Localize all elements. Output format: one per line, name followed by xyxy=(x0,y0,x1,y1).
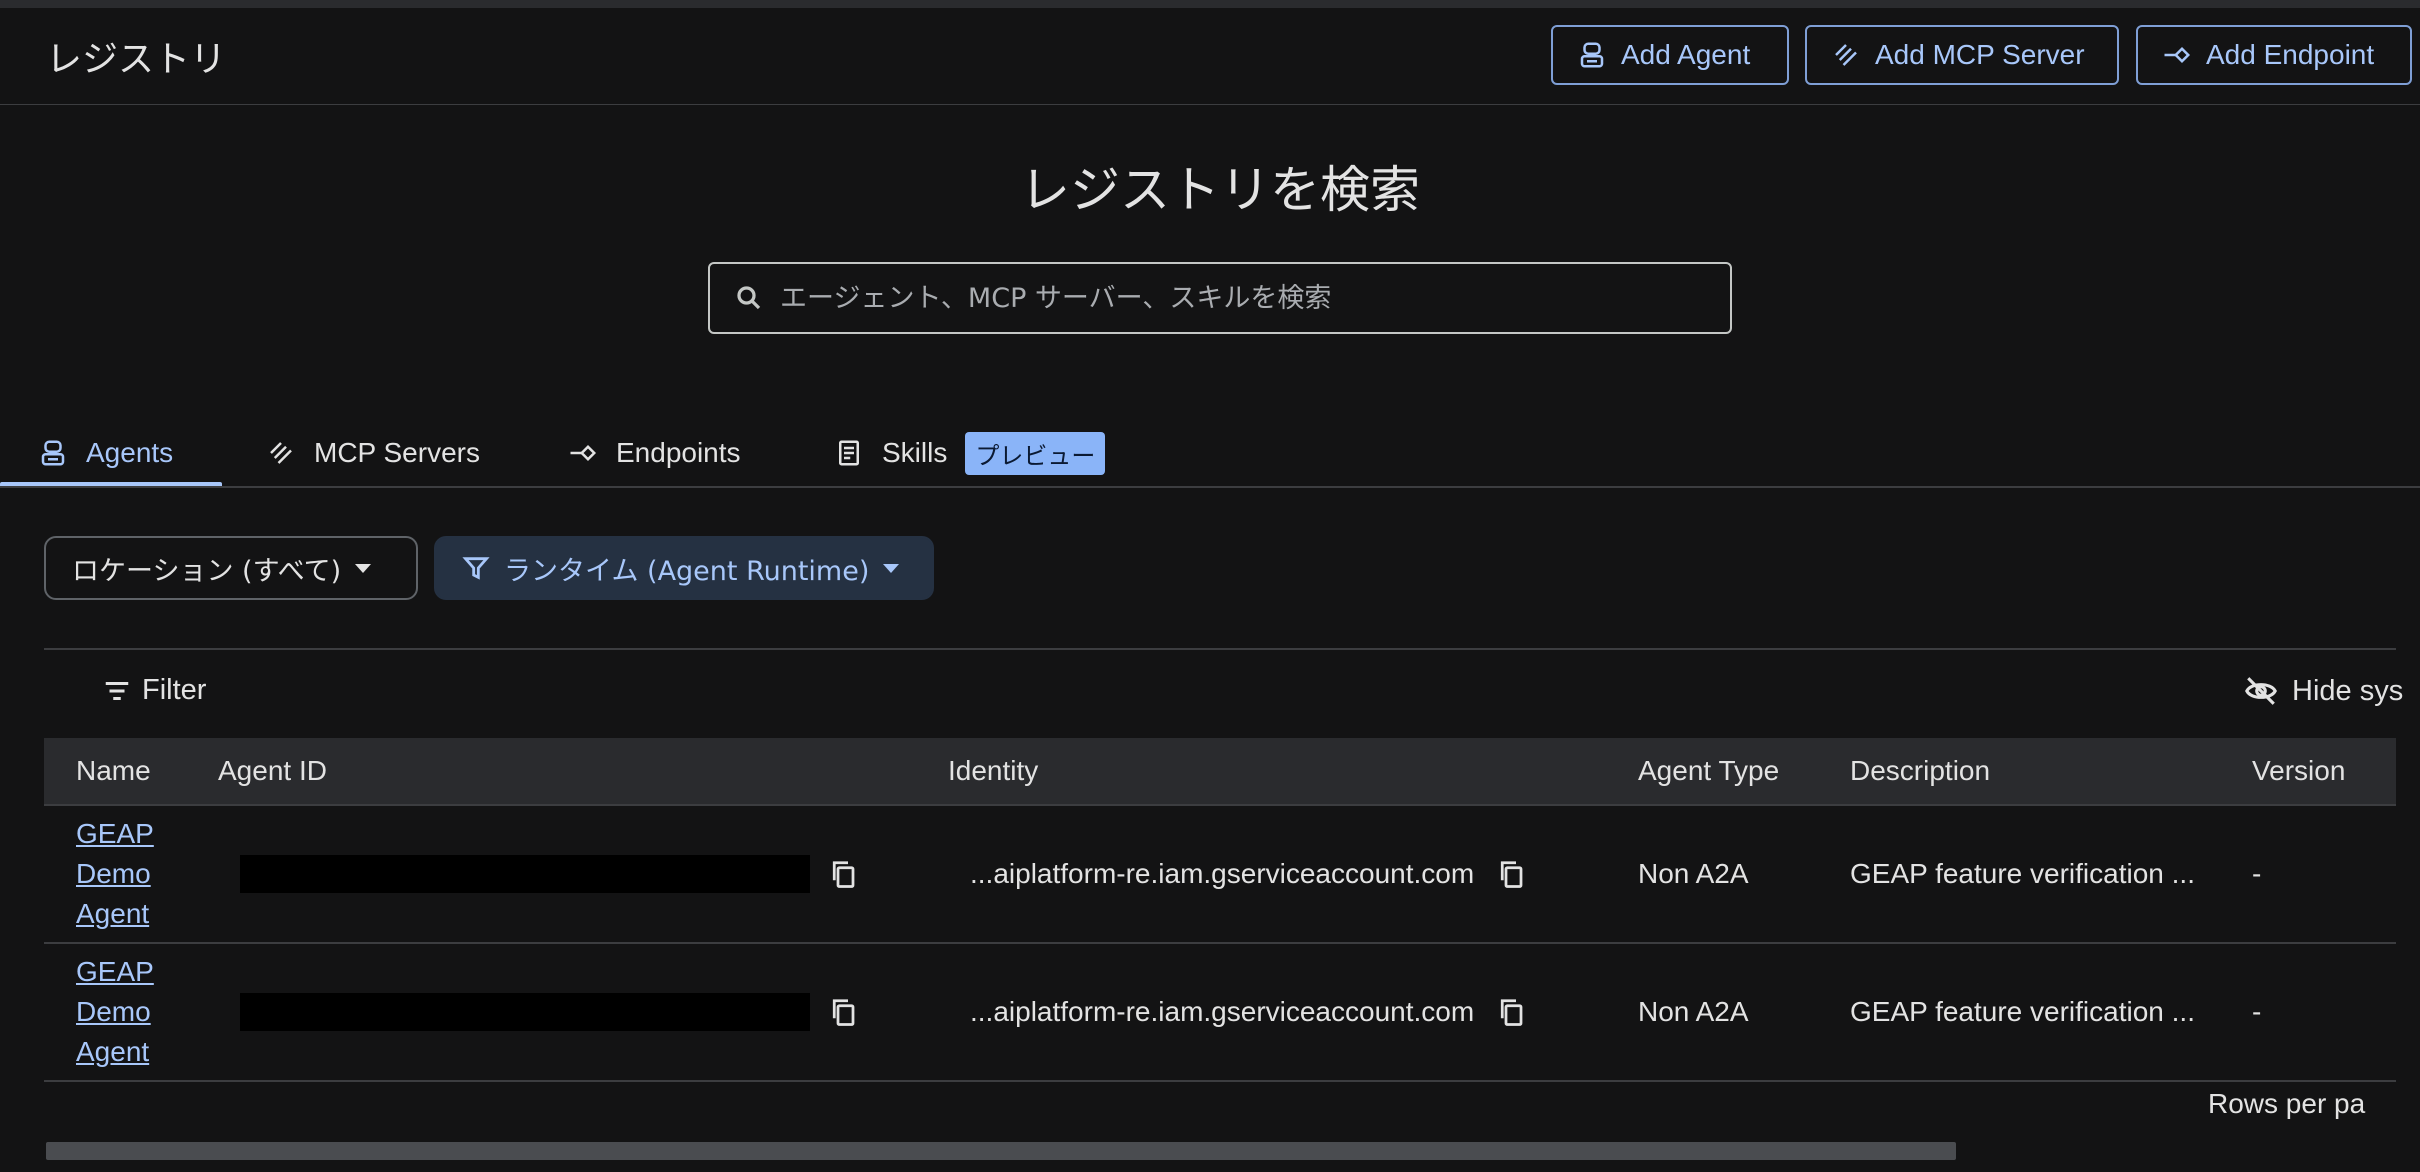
column-header-agent-id[interactable]: Agent ID xyxy=(218,738,327,804)
skills-icon xyxy=(839,440,859,466)
column-header-identity[interactable]: Identity xyxy=(948,738,1038,804)
agent-type-value: Non A2A xyxy=(1638,858,1749,889)
table-header-row: Name Agent ID Identity Agent Type Descri… xyxy=(44,738,2396,806)
visibility-off-icon xyxy=(2245,677,2277,705)
tab-agents[interactable]: Agents xyxy=(38,420,173,486)
column-header-agent-type[interactable]: Agent Type xyxy=(1638,738,1779,804)
add-mcp-server-label: Add MCP Server xyxy=(1875,39,2085,70)
runtime-filter-dropdown[interactable]: ランタイム (Agent Runtime) xyxy=(434,536,934,600)
mcp-server-icon xyxy=(1835,44,1857,66)
agent-type-value: Non A2A xyxy=(1638,996,1749,1027)
hide-system-label: Hide sys xyxy=(2292,674,2404,707)
description-value: GEAP feature verification ... xyxy=(1850,996,2195,1027)
copy-icon[interactable] xyxy=(828,997,858,1027)
redacted-agent-id xyxy=(240,993,810,1031)
add-agent-label: Add Agent xyxy=(1621,39,1751,70)
table-row: GEAP Demo Agent ...aiplatform-re.iam.gse… xyxy=(44,806,2396,944)
search-icon xyxy=(737,286,761,310)
tab-bar: Agents MCP Servers Endpoints Skills プレビュ… xyxy=(0,420,2420,488)
page-title: レジストリ xyxy=(46,39,227,80)
hide-system-button[interactable]: Hide sys xyxy=(2244,674,2403,708)
description-value: GEAP feature verification ... xyxy=(1850,858,2195,889)
redacted-agent-id xyxy=(240,855,810,893)
agent-name-link[interactable]: GEAP Demo Agent xyxy=(76,814,166,934)
chevron-down-icon xyxy=(883,563,900,573)
version-value: - xyxy=(2252,996,2262,1027)
chevron-down-icon xyxy=(355,563,372,573)
active-tab-indicator xyxy=(0,482,222,486)
table-row: GEAP Demo Agent ...aiplatform-re.iam.gse… xyxy=(44,944,2396,1082)
endpoint-icon xyxy=(2164,46,2191,64)
identity-value: ...aiplatform-re.iam.gserviceaccount.com xyxy=(970,996,1475,1027)
tab-skills-label: Skills xyxy=(882,437,948,468)
mcp-server-icon xyxy=(270,442,292,464)
rows-per-page-label: Rows per pa xyxy=(2208,1088,2366,1119)
window-top-strip xyxy=(0,0,2420,8)
agent-name-link[interactable]: GEAP Demo Agent xyxy=(76,952,166,1072)
search-heading: レジストリを検索 xyxy=(1020,161,1420,219)
search-input[interactable] xyxy=(778,281,1682,315)
search-box[interactable] xyxy=(708,262,1732,334)
agents-table: Filter Hide sys Name Agent ID Identity A… xyxy=(44,648,2403,1172)
filter-label: Filter xyxy=(142,674,207,706)
tab-mcp-servers-label: MCP Servers xyxy=(314,437,480,468)
tab-endpoints-label: Endpoints xyxy=(616,437,741,468)
agent-icon xyxy=(41,440,65,466)
tab-agents-label: Agents xyxy=(86,437,174,468)
location-filter-label: ロケーション (すべて) xyxy=(72,555,342,587)
table-toolbar: Filter Hide sys xyxy=(44,650,2403,738)
column-header-version[interactable]: Version xyxy=(2252,738,2345,804)
column-header-description[interactable]: Description xyxy=(1850,738,1990,804)
tab-endpoints[interactable]: Endpoints xyxy=(568,420,741,486)
add-mcp-server-button[interactable]: Add MCP Server xyxy=(1805,25,2119,85)
add-agent-button[interactable]: Add Agent xyxy=(1551,25,1789,85)
horizontal-scrollbar[interactable] xyxy=(46,1142,1956,1160)
location-filter-dropdown[interactable]: ロケーション (すべて) xyxy=(44,536,418,600)
filter-icon xyxy=(105,681,129,700)
tab-mcp-servers[interactable]: MCP Servers xyxy=(266,420,480,486)
identity-value: ...aiplatform-re.iam.gserviceaccount.com xyxy=(970,858,1475,889)
version-value: - xyxy=(2252,858,2262,889)
copy-icon[interactable] xyxy=(1496,997,1526,1027)
tab-skills[interactable]: Skills プレビュー xyxy=(834,420,1106,486)
runtime-filter-label: ランタイム (Agent Runtime) xyxy=(504,555,870,587)
copy-icon[interactable] xyxy=(1496,859,1526,889)
funnel-icon xyxy=(462,557,490,580)
filter-button[interactable]: Filter xyxy=(102,674,206,707)
add-endpoint-button[interactable]: Add Endpoint xyxy=(2136,25,2412,85)
page-header: レジストリ Add Agent Add MCP Server Add Endpo… xyxy=(0,8,2420,105)
add-endpoint-label: Add Endpoint xyxy=(2206,39,2375,70)
preview-badge: プレビュー xyxy=(965,431,1106,475)
endpoint-icon xyxy=(570,444,597,462)
agent-icon xyxy=(1580,42,1604,68)
column-header-name[interactable]: Name xyxy=(76,738,151,804)
copy-icon[interactable] xyxy=(828,859,858,889)
